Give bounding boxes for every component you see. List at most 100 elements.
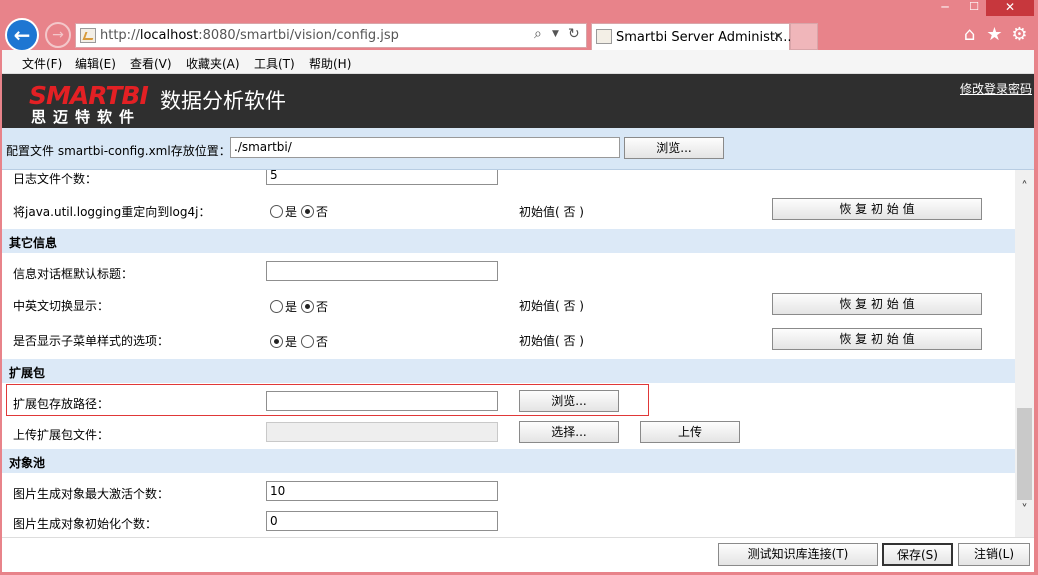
submenu-style-reset-button[interactable]: 恢 复 初 始 值 — [772, 328, 982, 350]
vertical-scrollbar[interactable]: ˄ ˅ — [1015, 170, 1034, 537]
url-prefix: http:// — [100, 28, 140, 43]
radio-on-icon[interactable] — [270, 335, 283, 348]
close-window-icon[interactable]: ✕ — [986, 0, 1034, 16]
radio-on-icon[interactable] — [301, 300, 315, 313]
section-extension: 扩展包 — [2, 359, 1015, 383]
lang-switch-label: 中英文切换显示： — [13, 299, 110, 313]
browser-menubar: 文件(F) 编辑(E) 查看(V) 收藏夹(A) 工具(T) 帮助(H) — [2, 50, 1034, 74]
new-tab-button[interactable] — [790, 23, 818, 50]
arrow-left-icon: ← — [13, 23, 31, 47]
browser-tab-active[interactable]: Smartbi Server Administr... × — [591, 23, 792, 50]
redirect-logging-no[interactable]: 否 — [301, 203, 328, 220]
radio-label: 否 — [316, 300, 329, 314]
browser-tools: ⌂ ★ ⚙ — [957, 24, 1032, 45]
page: SMARTBI 思迈特软件 数据分析软件 修改登录密码 配置文件 smartbi… — [2, 74, 1034, 572]
redirect-logging-label: 将java.util.logging重定向到log4j： — [13, 205, 211, 219]
init-count-input[interactable]: 0 — [266, 511, 498, 531]
browser-chrome: ─ ☐ ✕ ← → http://localhost:8080/smartbi/… — [0, 0, 1038, 52]
radio-off-icon[interactable] — [301, 335, 315, 348]
smartbi-logo: SMARTBI 思迈特软件 — [29, 79, 149, 126]
menu-tools[interactable]: 工具(T) — [254, 55, 295, 72]
section-other-info: 其它信息 — [2, 229, 1015, 253]
menu-help[interactable]: 帮助(H) — [309, 55, 351, 72]
upload-extension-file-input — [266, 422, 498, 442]
extension-browse-button[interactable]: 浏览... — [519, 390, 619, 412]
refresh-icon[interactable]: ↻ — [568, 26, 580, 42]
menu-view[interactable]: 查看(V) — [130, 55, 172, 72]
tab-favicon-icon — [596, 29, 612, 44]
search-icon[interactable]: ⌕ — [534, 26, 542, 42]
choose-file-button[interactable]: 选择... — [519, 421, 619, 443]
favorites-star-icon[interactable]: ★ — [982, 24, 1007, 45]
config-path-input[interactable]: ./smartbi/ — [230, 137, 620, 158]
change-password-link[interactable]: 修改登录密码 — [960, 80, 1032, 97]
lang-switch-default: 初始值( 否 ) — [519, 299, 584, 313]
config-browse-button[interactable]: 浏览... — [624, 137, 724, 159]
forward-button[interactable]: → — [45, 22, 71, 48]
upload-button[interactable]: 上传 — [640, 421, 740, 443]
radio-label: 否 — [316, 205, 329, 219]
lang-switch-reset-button[interactable]: 恢 复 初 始 值 — [772, 293, 982, 315]
log-file-count-label: 日志文件个数： — [13, 172, 98, 186]
dialog-title-input[interactable] — [266, 261, 498, 281]
test-repository-connection-button[interactable]: 测试知识库连接(T) — [718, 543, 878, 566]
init-count-label: 图片生成对象初始化个数： — [13, 517, 158, 531]
extension-path-input[interactable] — [266, 391, 498, 411]
menu-favorites[interactable]: 收藏夹(A) — [186, 55, 240, 72]
redirect-logging-radios: 是 否 — [270, 203, 332, 220]
product-name: 数据分析软件 — [160, 89, 286, 113]
section-title: 扩展包 — [9, 366, 46, 380]
home-icon[interactable]: ⌂ — [957, 24, 982, 45]
upload-extension-label: 上传扩展包文件： — [13, 428, 110, 442]
submenu-style-label: 是否显示子菜单样式的选项： — [13, 334, 170, 348]
radio-off-icon[interactable] — [270, 205, 283, 218]
app-header: SMARTBI 思迈特软件 数据分析软件 修改登录密码 — [2, 74, 1034, 128]
radio-off-icon[interactable] — [270, 300, 283, 313]
logout-button[interactable]: 注销(L) — [958, 543, 1030, 566]
submenu-style-no[interactable]: 否 — [301, 333, 328, 350]
max-active-input[interactable]: 10 — [266, 481, 498, 501]
page-favicon-icon — [80, 28, 96, 43]
radio-label: 是 — [285, 300, 298, 314]
redirect-logging-default: 初始值( 否 ) — [519, 205, 584, 219]
radio-label: 否 — [316, 335, 329, 349]
redirect-logging-yes[interactable]: 是 — [270, 203, 297, 220]
minimize-icon[interactable]: ─ — [932, 0, 958, 16]
back-button[interactable]: ← — [5, 18, 39, 52]
lang-switch-radios: 是 否 — [270, 298, 332, 315]
section-title: 其它信息 — [9, 236, 58, 250]
arrow-right-icon: → — [52, 27, 64, 43]
scrollbar-thumb[interactable] — [1017, 408, 1032, 500]
address-bar[interactable]: http://localhost:8080/smartbi/vision/con… — [75, 23, 587, 48]
save-button[interactable]: 保存(S) — [882, 543, 953, 566]
submenu-style-radios: 是 否 — [270, 333, 332, 350]
radio-label: 是 — [285, 335, 298, 349]
gear-icon[interactable]: ⚙ — [1007, 24, 1032, 45]
log-file-count-input[interactable]: 5 — [266, 170, 498, 185]
radio-on-icon[interactable] — [301, 205, 315, 218]
submenu-style-default: 初始值( 否 ) — [519, 334, 584, 348]
config-location-label: 配置文件 smartbi-config.xml存放位置： — [6, 144, 231, 158]
tab-close-icon[interactable]: × — [773, 29, 784, 44]
submenu-style-yes[interactable]: 是 — [270, 333, 297, 350]
settings-content: 日志文件个数： 5 将java.util.logging重定向到log4j： 是… — [2, 170, 1015, 537]
scroll-down-icon[interactable]: ˅ — [1015, 503, 1034, 521]
address-url[interactable]: http://localhost:8080/smartbi/vision/con… — [100, 28, 399, 43]
url-host: localhost — [139, 28, 199, 43]
chevron-down-icon[interactable]: ▼ — [552, 29, 559, 39]
extension-path-label: 扩展包存放路径： — [13, 397, 110, 411]
logo-subtitle: 思迈特软件 — [31, 108, 142, 126]
footer-actions: 测试知识库连接(T) 保存(S) 注销(L) — [2, 537, 1034, 572]
section-object-pool: 对象池 — [2, 449, 1015, 473]
lang-switch-no[interactable]: 否 — [301, 298, 328, 315]
config-location-bar: 配置文件 smartbi-config.xml存放位置： ./smartbi/ … — [2, 128, 1034, 170]
dialog-title-label: 信息对话框默认标题： — [13, 267, 134, 281]
scroll-up-icon[interactable]: ˄ — [1015, 180, 1034, 198]
tab-title: Smartbi Server Administr... — [616, 30, 792, 45]
menu-edit[interactable]: 编辑(E) — [75, 55, 116, 72]
redirect-logging-reset-button[interactable]: 恢 复 初 始 值 — [772, 198, 982, 220]
url-path: :8080/smartbi/vision/config.jsp — [198, 28, 399, 43]
lang-switch-yes[interactable]: 是 — [270, 298, 297, 315]
maximize-icon[interactable]: ☐ — [961, 0, 987, 16]
menu-file[interactable]: 文件(F) — [22, 55, 62, 72]
